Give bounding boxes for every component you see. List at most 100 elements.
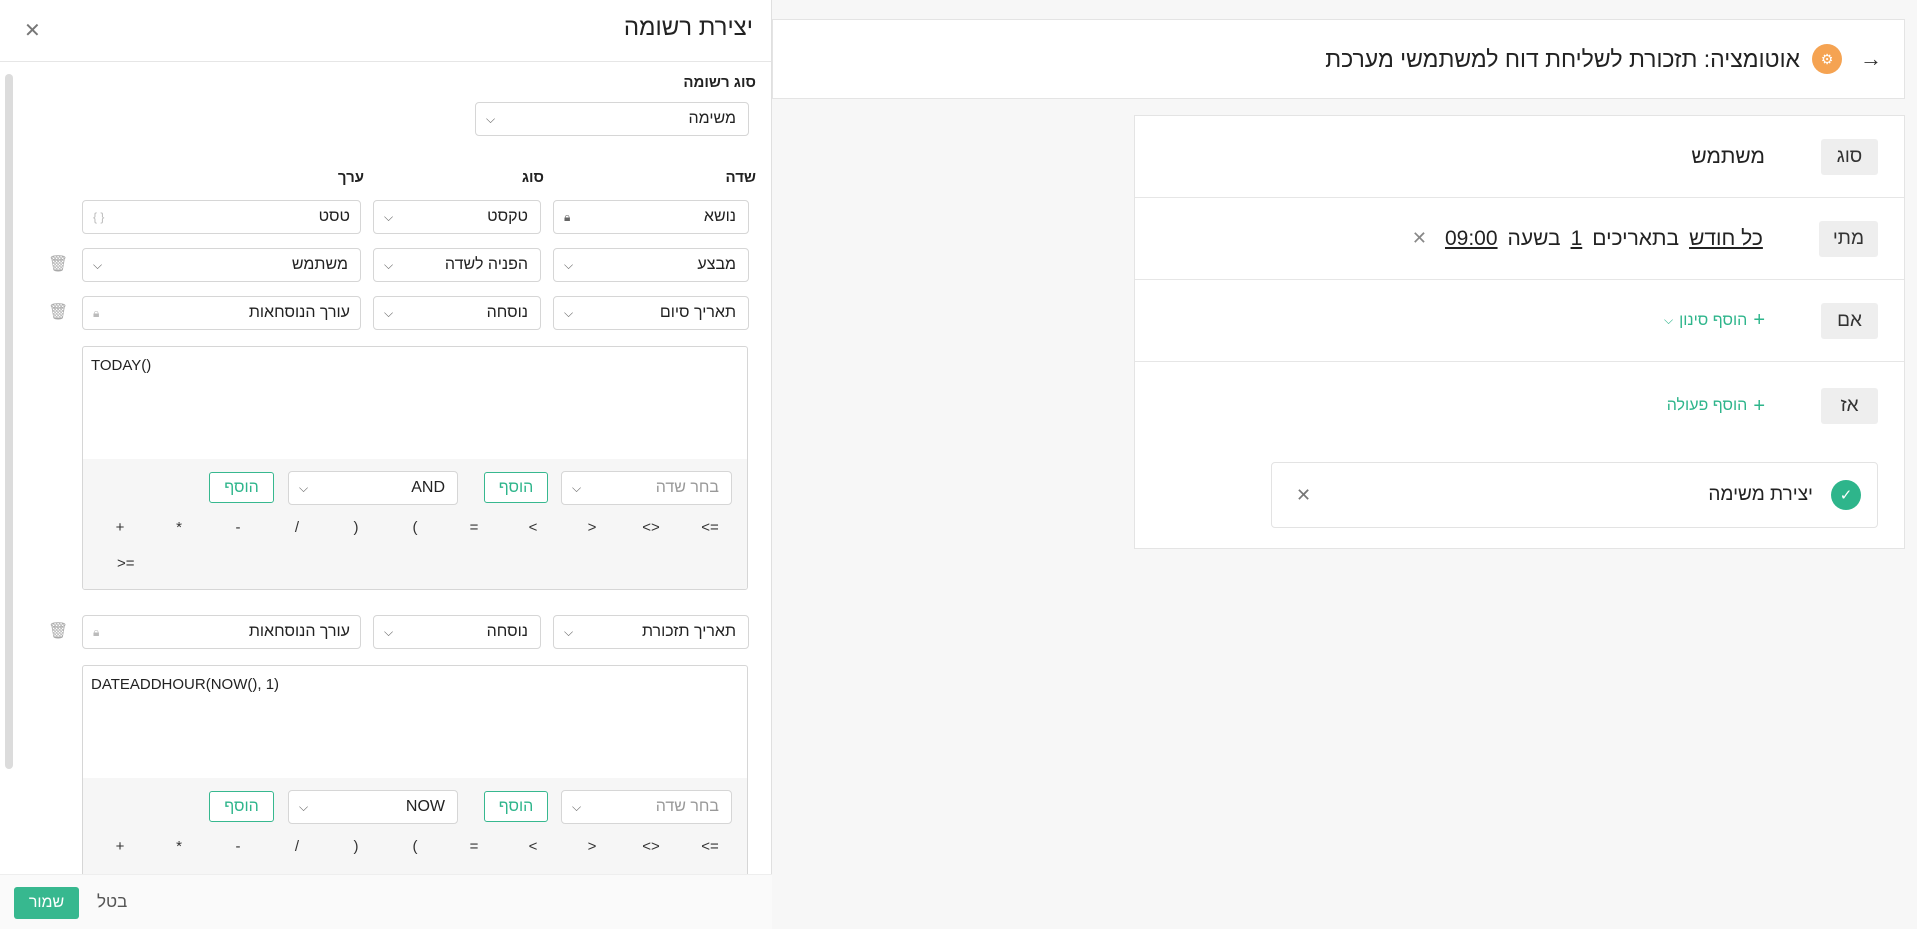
chevron-down-icon: ⌵	[93, 257, 103, 272]
action-card-create-task[interactable]: ✓ יצירת משימה ✕	[1271, 462, 1878, 528]
back-arrow-icon[interactable]: →	[1860, 46, 1882, 72]
type-value: נוסחה	[486, 304, 528, 321]
schedule-time[interactable]: 09:00	[1445, 227, 1498, 251]
operator-button[interactable]: (	[400, 838, 430, 855]
formula-editor-input[interactable]: 🔒︎ עורך הנוסחאות	[82, 296, 361, 330]
operator-button[interactable]: )	[341, 519, 371, 536]
add-function-button[interactable]: הוסף	[209, 791, 274, 822]
add-field-button[interactable]: הוסף	[484, 472, 548, 503]
operator-button[interactable]: /	[282, 838, 312, 855]
type-select[interactable]: ⌵ הפניה לשדה	[373, 248, 541, 282]
operator-button[interactable]: *	[164, 838, 194, 855]
field-select[interactable]: ⌵ תאריך תזכורת	[553, 615, 749, 649]
operator-button[interactable]: <	[518, 519, 548, 536]
save-button[interactable]: שמור	[14, 887, 79, 919]
chevron-down-icon: ⌵	[486, 111, 496, 126]
field-select[interactable]: ⌵ מבצע	[553, 248, 749, 282]
operator-row: <= <> > < = ( ) / - * +	[105, 838, 725, 855]
value-select[interactable]: ⌵ משתמש	[82, 248, 361, 282]
scrollbar[interactable]	[5, 74, 13, 769]
cancel-button[interactable]: בטל	[97, 892, 127, 912]
field-value: נושא	[703, 208, 736, 225]
operator-button[interactable]: >	[577, 519, 607, 536]
operator-button[interactable]: +	[105, 838, 135, 855]
lock-icon: 🔒︎	[93, 305, 100, 320]
rule-if-row: אם + הוסף סינון ⌵	[1135, 280, 1904, 362]
chevron-down-icon: ⌵	[299, 799, 309, 814]
column-header-value: ערך	[337, 169, 364, 186]
formula-toolbar: ⌵ בחר שדה הוסף ⌵ NOW הוסף <= <> > < = ( …	[83, 778, 747, 874]
chevron-down-icon: ⌵	[572, 799, 582, 814]
formula-code[interactable]: DATEADDHOUR(NOW(), 1)	[83, 666, 747, 778]
trash-icon[interactable]: 🗑︎	[48, 302, 68, 322]
braces-icon[interactable]: { }	[93, 210, 104, 224]
operator-button[interactable]: )	[341, 838, 371, 855]
operator-button[interactable]: >	[577, 838, 607, 855]
panel-body: סוג רשומה ⌵ משימה שדה סוג ערך 🔒︎ נושא ⌵ …	[16, 62, 756, 874]
operator-button[interactable]: =	[459, 838, 489, 855]
operator-button[interactable]: *	[164, 519, 194, 536]
rule-type-value[interactable]: משתמש	[1691, 145, 1765, 169]
trash-icon[interactable]: 🗑︎	[48, 621, 68, 641]
chevron-down-icon: ⌵	[564, 624, 574, 639]
rule-when-row: מתי כל חודש בתאריכים 1 בשעה 09:00 ✕	[1135, 198, 1904, 280]
schedule-frequency[interactable]: כל חודש	[1689, 227, 1763, 251]
action-label: יצירת משימה	[1708, 484, 1813, 505]
operator-button[interactable]: /	[282, 519, 312, 536]
schedule-day[interactable]: 1	[1571, 227, 1583, 251]
value-text: טסט	[318, 208, 350, 225]
operator-button[interactable]: <=	[695, 519, 725, 536]
chevron-down-icon: ⌵	[564, 257, 574, 272]
operator-button[interactable]: -	[223, 838, 253, 855]
choose-field-placeholder: בחר שדה	[655, 798, 719, 815]
formula-editor: TODAY() ⌵ בחר שדה הוסף ⌵ AND הוסף <= <> …	[82, 346, 748, 590]
rule-then-row: אז + הוסף פעולה ✓ יצירת משימה ✕	[1135, 362, 1904, 528]
operator-button[interactable]: <>	[636, 838, 666, 855]
value-text: משתמש	[291, 256, 348, 273]
add-action-button[interactable]: + הוסף פעולה	[1667, 395, 1765, 418]
choose-field-select[interactable]: ⌵ בחר שדה	[561, 790, 732, 824]
add-filter-button[interactable]: + הוסף סינון ⌵	[1664, 309, 1765, 332]
operator-button[interactable]: =	[459, 519, 489, 536]
function-select[interactable]: ⌵ NOW	[288, 790, 458, 824]
field-value: תאריך סיום	[659, 304, 736, 321]
clear-schedule-icon[interactable]: ✕	[1412, 228, 1427, 249]
operator-button[interactable]: -	[223, 519, 253, 536]
value-input[interactable]: { } טסט	[82, 200, 361, 234]
create-record-panel: יצירת רשומה ✕ סוג רשומה ⌵ משימה שדה סוג …	[0, 0, 772, 929]
automation-title: אוטומציה: תזכורת לשליחת דוח למשתמשי מערכ…	[1325, 45, 1800, 72]
remove-action-icon[interactable]: ✕	[1296, 485, 1311, 506]
operator-button[interactable]: <	[518, 838, 548, 855]
panel-title: יצירת רשומה	[623, 14, 753, 41]
add-filter-label: הוסף סינון	[1679, 311, 1748, 329]
operator-button[interactable]: +	[105, 519, 135, 536]
operator-button[interactable]: (	[400, 519, 430, 536]
add-function-button[interactable]: הוסף	[209, 472, 274, 503]
schedule-summary[interactable]: כל חודש בתאריכים 1 בשעה 09:00 ✕	[1412, 227, 1763, 251]
field-select[interactable]: ⌵ תאריך סיום	[553, 296, 749, 330]
value-text: עורך הנוסחאות	[248, 304, 350, 321]
choose-field-select[interactable]: ⌵ בחר שדה	[561, 471, 732, 505]
choose-field-placeholder: בחר שדה	[655, 479, 719, 496]
column-header-type: סוג	[521, 169, 544, 186]
trash-icon[interactable]: 🗑︎	[48, 254, 68, 274]
type-select[interactable]: ⌵ נוסחה	[373, 296, 541, 330]
chevron-down-icon: ⌵	[564, 305, 574, 320]
formula-editor-input[interactable]: 🔒︎ עורך הנוסחאות	[82, 615, 361, 649]
close-icon[interactable]: ✕	[24, 18, 41, 43]
add-field-button[interactable]: הוסף	[484, 791, 548, 822]
chevron-down-icon: ⌵	[384, 305, 394, 320]
chevron-down-icon: ⌵	[384, 209, 394, 224]
rule-if-tag: אם	[1821, 302, 1878, 339]
field-select[interactable]: 🔒︎ נושא	[553, 200, 749, 234]
formula-code[interactable]: TODAY()	[83, 347, 747, 459]
function-select[interactable]: ⌵ AND	[288, 471, 458, 505]
operator-button[interactable]: >=	[117, 555, 135, 572]
record-type-select[interactable]: ⌵ משימה	[475, 102, 749, 136]
type-select[interactable]: ⌵ טקסט	[373, 200, 541, 234]
type-value: נוסחה	[486, 623, 528, 640]
operator-button[interactable]: <>	[636, 519, 666, 536]
type-select[interactable]: ⌵ נוסחה	[373, 615, 541, 649]
operator-button[interactable]: <=	[695, 838, 725, 855]
automation-header: → ⚙ אוטומציה: תזכורת לשליחת דוח למשתמשי …	[772, 19, 1905, 99]
